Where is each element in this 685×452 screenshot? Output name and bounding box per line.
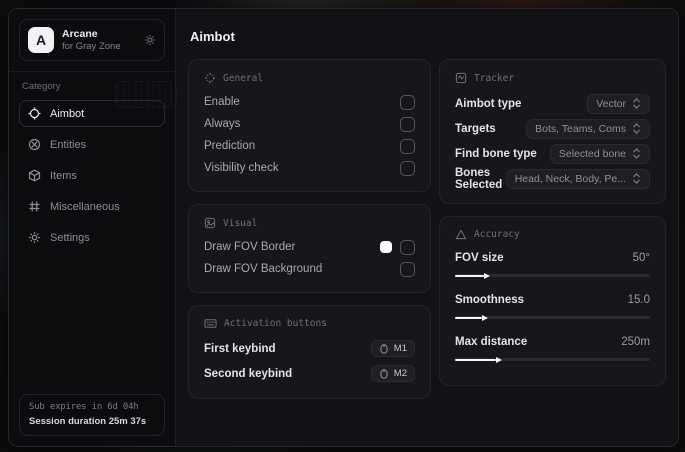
setting-row: Aimbot type Vector xyxy=(455,91,650,116)
first-keybind-button[interactable]: M1 xyxy=(370,340,415,357)
setting-row: Second keybind M2 xyxy=(204,361,415,386)
entities-icon xyxy=(28,138,41,151)
tracker-card: Tracker Aimbot type Vector Targets Bots,… xyxy=(439,59,666,204)
fov-size-value: 50° xyxy=(632,252,650,264)
setting-row: Bones Selected Head, Neck, Body, Pe... xyxy=(455,166,650,191)
sidebar-divider xyxy=(9,71,175,72)
max-distance-slider[interactable] xyxy=(455,355,650,364)
keybind-value: M2 xyxy=(393,368,407,379)
setting-row: Always xyxy=(204,113,415,135)
accuracy-card-header: Accuracy xyxy=(455,229,650,240)
activation-buttons-card: Activation buttons First keybind M1 Seco… xyxy=(188,305,431,399)
accuracy-card: Accuracy FOV size 50° Smoothness 15.0 Ma… xyxy=(439,216,666,386)
mouse-icon xyxy=(379,368,389,379)
app-logo: A xyxy=(28,27,54,53)
page-title: Aimbot xyxy=(190,29,235,44)
select-value: Selected bone xyxy=(558,147,626,160)
max-distance-value: 250m xyxy=(621,336,650,348)
find-bone-type-select[interactable]: Selected bone xyxy=(549,143,650,164)
tracker-card-header: Tracker xyxy=(455,72,650,84)
setting-row: Visibility check xyxy=(204,157,415,179)
sub-expires-text: Sub expires in 6d 04h xyxy=(29,402,139,412)
app-subtitle: for Gray Zone xyxy=(62,41,121,53)
always-checkbox[interactable] xyxy=(400,116,415,132)
select-value: Vector xyxy=(596,97,626,110)
sidebar-item-miscellaneous[interactable]: Miscellaneous xyxy=(19,193,165,220)
activity-icon xyxy=(455,72,467,84)
targets-select[interactable]: Bots, Teams, Coms xyxy=(526,118,650,139)
app-titles: Arcane for Gray Zone xyxy=(62,28,136,53)
triangle-icon xyxy=(455,229,467,240)
chevrons-up-down-icon xyxy=(632,173,641,184)
main-panel: Aimbot General Enable Always Prediction … xyxy=(176,9,678,446)
card-header-label: General xyxy=(223,72,264,84)
visibility-check-checkbox[interactable] xyxy=(400,160,415,176)
setting-row: Prediction xyxy=(204,135,415,157)
fov-size-slider[interactable] xyxy=(455,271,650,280)
sidebar-item-label: Entities xyxy=(50,138,87,151)
watermark xyxy=(115,81,177,108)
fov-border-color-swatch[interactable] xyxy=(380,241,392,253)
crosshair-icon xyxy=(28,107,41,120)
setting-row: Targets Bots, Teams, Coms xyxy=(455,116,650,141)
setting-row: Enable xyxy=(204,91,415,113)
slider-fill xyxy=(455,316,483,319)
setting-row: Max distance 250m xyxy=(455,336,650,348)
misc-icon xyxy=(28,200,41,213)
sidebar-header: A Arcane for Gray Zone xyxy=(19,19,165,61)
keybind-value: M1 xyxy=(393,343,407,354)
activation-card-header: Activation buttons xyxy=(204,318,415,329)
chevrons-up-down-icon xyxy=(632,123,641,134)
setting-row: Smoothness 15.0 xyxy=(455,294,650,306)
sidebar: A Arcane for Gray Zone Category Aimbot E… xyxy=(9,9,177,446)
keyboard-icon xyxy=(204,318,217,329)
sidebar-item-label: Items xyxy=(50,169,77,182)
sidebar-item-label: Settings xyxy=(50,231,90,244)
prediction-checkbox[interactable] xyxy=(400,138,415,154)
app-name: Arcane xyxy=(62,27,98,40)
card-header-label: Tracker xyxy=(474,72,515,84)
image-icon xyxy=(204,217,216,229)
slider-fill xyxy=(455,274,485,277)
setting-row: Draw FOV Border xyxy=(204,236,415,258)
gear-icon[interactable] xyxy=(144,34,156,46)
enable-checkbox[interactable] xyxy=(400,94,415,110)
select-value: Head, Neck, Body, Pe... xyxy=(514,172,626,185)
card-header-label: Visual xyxy=(223,217,258,229)
smoothness-slider[interactable] xyxy=(455,313,650,322)
package-icon xyxy=(28,169,41,182)
chevrons-up-down-icon xyxy=(632,98,641,109)
sidebar-item-entities[interactable]: Entities xyxy=(19,131,165,158)
card-header-label: Activation buttons xyxy=(224,318,327,329)
second-keybind-button[interactable]: M2 xyxy=(370,365,415,382)
sidebar-item-items[interactable]: Items xyxy=(19,162,165,189)
aimbot-type-select[interactable]: Vector xyxy=(587,93,650,114)
general-card-header: General xyxy=(204,72,415,84)
session-duration-text: Session duration 25m 37s xyxy=(29,416,147,427)
crosshair-dotted-icon xyxy=(204,72,216,84)
select-value: Bots, Teams, Coms xyxy=(535,122,626,135)
visual-card-header: Visual xyxy=(204,217,415,229)
visual-card: Visual Draw FOV Border Draw FOV Backgrou… xyxy=(188,204,431,293)
smoothness-value: 15.0 xyxy=(627,294,650,306)
mouse-icon xyxy=(379,343,389,354)
setting-row: First keybind M1 xyxy=(204,336,415,361)
draw-fov-border-checkbox[interactable] xyxy=(400,239,415,255)
bones-selected-select[interactable]: Head, Neck, Body, Pe... xyxy=(505,168,650,189)
setting-row: Draw FOV Background xyxy=(204,258,415,280)
sidebar-item-label: Aimbot xyxy=(50,107,85,120)
slider-fill xyxy=(455,358,496,361)
draw-fov-background-checkbox[interactable] xyxy=(400,261,415,277)
general-card: General Enable Always Prediction Visibil… xyxy=(188,59,431,192)
sidebar-item-label: Miscellaneous xyxy=(50,200,120,213)
sidebar-item-settings[interactable]: Settings xyxy=(19,224,165,251)
chevrons-up-down-icon xyxy=(632,148,641,159)
setting-row: FOV size 50° xyxy=(455,252,650,264)
subscription-info: Sub expires in 6d 04h Session duration 2… xyxy=(19,394,165,436)
app-window: A Arcane for Gray Zone Category Aimbot E… xyxy=(8,8,679,447)
setting-row: Find bone type Selected bone xyxy=(455,141,650,166)
gear-icon xyxy=(28,231,41,244)
card-header-label: Accuracy xyxy=(474,229,520,240)
